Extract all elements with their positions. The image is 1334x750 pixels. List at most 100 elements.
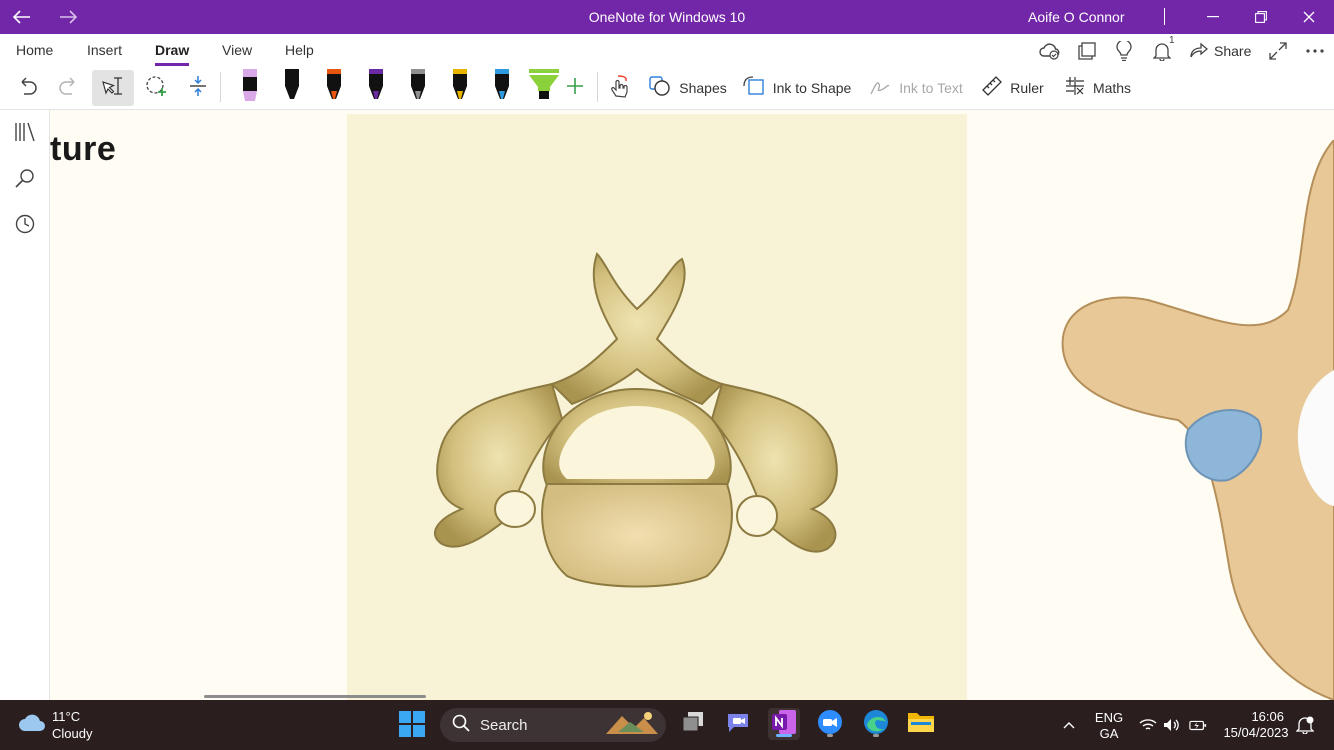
redo-button[interactable] <box>52 70 86 106</box>
pen-icon <box>281 68 303 108</box>
add-pen-button[interactable] <box>560 70 590 106</box>
close-icon[interactable] <box>1294 4 1324 30</box>
active-tab-indicator <box>155 63 189 66</box>
minimize-icon[interactable] <box>1198 4 1228 30</box>
user-name[interactable]: Aoife O Connor <box>1028 9 1125 25</box>
share-icon <box>1190 42 1208 60</box>
vertebra-image[interactable] <box>347 114 967 700</box>
chevron-up-icon[interactable] <box>1060 716 1078 734</box>
expand-icon[interactable] <box>1266 40 1290 62</box>
ink-to-text-icon <box>869 76 891 101</box>
sticky-notes-icon[interactable] <box>1075 40 1099 62</box>
search-icon[interactable] <box>13 166 37 190</box>
ruler-label: Ruler <box>1010 80 1044 96</box>
tab-insert[interactable]: Insert <box>87 42 122 58</box>
onenote-taskbar-button[interactable] <box>768 708 800 740</box>
ink-to-shape-button[interactable]: Ink to Shape <box>742 70 852 106</box>
lasso-text-select-button[interactable] <box>92 70 134 106</box>
bell-icon[interactable]: 1 <box>1150 35 1175 62</box>
tab-help[interactable]: Help <box>285 42 314 58</box>
more-icon[interactable] <box>1303 40 1327 62</box>
ink-to-shape-label: Ink to Shape <box>772 80 852 96</box>
running-app-indicator <box>873 734 879 737</box>
ribbon-separator <box>220 72 221 102</box>
add-space-button[interactable] <box>182 70 214 106</box>
edge-taskbar-button[interactable] <box>860 708 892 740</box>
touch-draw-icon <box>608 74 630 103</box>
ribbon-separator <box>597 72 598 102</box>
lightbulb-icon[interactable] <box>1112 40 1136 62</box>
pen-button[interactable] <box>314 68 354 106</box>
redo-icon <box>59 76 79 100</box>
pen-icon <box>407 68 429 108</box>
touch-drawing-button[interactable] <box>604 70 634 106</box>
page-canvas[interactable]: ture <box>50 110 1334 700</box>
ink-to-text-button: Ink to Text <box>868 70 964 106</box>
title-separator <box>1164 8 1165 25</box>
notebooks-icon[interactable] <box>13 120 37 144</box>
page-heading: ture <box>50 130 117 168</box>
teams-chat-button[interactable] <box>722 708 754 740</box>
taskbar-search[interactable]: Search <box>440 708 666 742</box>
cloud-icon <box>18 713 46 738</box>
pen-button[interactable] <box>398 68 438 108</box>
weather-widget[interactable]: 11°C Cloudy <box>18 708 92 742</box>
pen-icon <box>491 68 513 108</box>
start-button[interactable] <box>398 710 426 738</box>
ruler-icon <box>982 75 1003 101</box>
recent-icon[interactable] <box>13 212 37 236</box>
maths-button[interactable]: Maths <box>1062 70 1134 106</box>
pen-icon <box>365 68 387 108</box>
highlighter-button[interactable] <box>524 68 564 106</box>
side-vertebra-illustration[interactable] <box>1058 138 1334 700</box>
ruler-button[interactable]: Ruler <box>980 70 1046 106</box>
maths-icon <box>1065 76 1085 101</box>
window-title: OneNote for Windows 10 <box>588 9 746 25</box>
lasso-select-icon <box>145 75 169 102</box>
file-explorer-taskbar-button[interactable] <box>905 708 937 740</box>
shapes-label: Shapes <box>679 80 727 96</box>
wifi-icon[interactable] <box>1139 716 1157 734</box>
volume-icon[interactable] <box>1163 716 1181 734</box>
tab-view[interactable]: View <box>222 42 252 58</box>
select-text-icon <box>100 75 126 102</box>
horizontal-scrollbar[interactable] <box>204 695 426 698</box>
lasso-select-button[interactable] <box>140 70 174 106</box>
pen-button[interactable] <box>482 68 522 108</box>
undo-icon <box>17 76 37 100</box>
notification-center-icon[interactable] <box>1296 716 1314 734</box>
task-view-icon <box>681 711 705 738</box>
restore-icon[interactable] <box>1246 4 1276 30</box>
battery-icon[interactable] <box>1189 716 1207 734</box>
highlighter-button[interactable] <box>230 68 270 106</box>
pen-button[interactable] <box>356 68 396 108</box>
pen-button[interactable] <box>440 68 480 108</box>
windows-logo-icon <box>398 711 426 742</box>
pen-button[interactable] <box>272 68 312 108</box>
search-icon <box>452 714 470 736</box>
shapes-icon <box>649 75 671 101</box>
undo-button[interactable] <box>10 70 44 106</box>
active-app-indicator <box>776 734 792 737</box>
ink-to-text-label: Ink to Text <box>899 80 963 96</box>
sync-status-icon[interactable] <box>1038 40 1062 62</box>
notification-count: 1 <box>1169 35 1175 46</box>
chat-icon <box>725 710 751 739</box>
zoom-taskbar-button[interactable] <box>814 708 846 740</box>
add-space-icon <box>188 75 208 102</box>
maths-label: Maths <box>1092 80 1132 96</box>
weather-desc: Cloudy <box>52 726 93 741</box>
tab-draw[interactable]: Draw <box>155 42 189 58</box>
weather-temp: 11°C <box>52 709 81 724</box>
task-view-button[interactable] <box>677 708 709 740</box>
shapes-button[interactable]: Shapes <box>648 70 728 106</box>
clock[interactable]: 16:06 15/04/2023 <box>1222 709 1290 741</box>
pen-icon <box>449 68 471 108</box>
share-button[interactable]: Share <box>1190 40 1251 62</box>
search-label: Search <box>480 716 528 734</box>
tab-home[interactable]: Home <box>16 42 53 58</box>
language-line-2: GA <box>1099 726 1119 741</box>
language-indicator[interactable]: ENG GA <box>1092 710 1126 742</box>
title-bar: OneNote for Windows 10 Aoife O Connor <box>0 0 1334 34</box>
clock-date: 15/04/2023 <box>1223 725 1289 740</box>
